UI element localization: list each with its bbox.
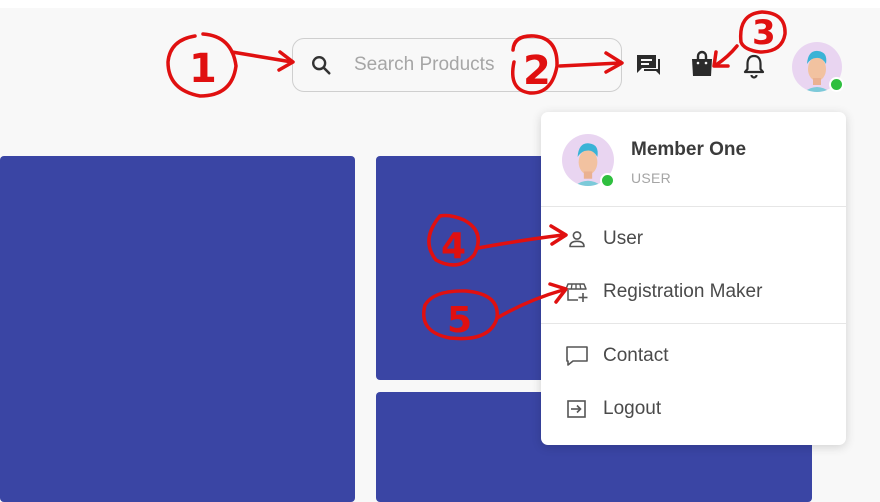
annotation-arrow-3 bbox=[714, 44, 739, 67]
menu-item-contact[interactable]: Contact bbox=[541, 332, 846, 380]
search-icon bbox=[312, 56, 331, 75]
menu-profile-header: Member One USER bbox=[541, 112, 846, 206]
annotation-circle-3 bbox=[738, 10, 787, 54]
top-band bbox=[0, 0, 880, 8]
search-box[interactable] bbox=[292, 38, 622, 92]
online-status-dot bbox=[600, 173, 615, 188]
logout-icon bbox=[565, 397, 589, 421]
menu-item-registration-maker[interactable]: Registration Maker bbox=[541, 268, 846, 316]
annotation-circle-1 bbox=[166, 32, 238, 98]
menu-divider bbox=[541, 323, 846, 324]
user-icon bbox=[565, 227, 589, 251]
menu-avatar bbox=[562, 134, 615, 188]
annotation-arrowhead-1 bbox=[277, 50, 295, 72]
header-avatar[interactable] bbox=[792, 42, 844, 92]
online-status-dot bbox=[829, 77, 844, 92]
menu-item-label: User bbox=[603, 228, 644, 249]
annotation-number-1: 1 bbox=[189, 46, 217, 92]
annotation-arrowhead-3 bbox=[712, 50, 730, 68]
bell-icon[interactable] bbox=[742, 53, 766, 79]
menu-item-label: Contact bbox=[603, 345, 669, 366]
annotation-number-3: 3 bbox=[752, 13, 776, 53]
content-tile-large[interactable] bbox=[0, 156, 355, 502]
shopping-bag-icon[interactable] bbox=[690, 50, 714, 78]
user-dropdown-menu: Member One USER User Registration Maker bbox=[541, 112, 846, 445]
store-add-icon bbox=[565, 280, 589, 304]
menu-item-label: Logout bbox=[603, 398, 662, 419]
menu-divider bbox=[541, 206, 846, 207]
menu-item-label: Registration Maker bbox=[603, 281, 763, 302]
annotation-arrow-1 bbox=[230, 50, 294, 64]
user-role: USER bbox=[631, 170, 672, 186]
user-name: Member One bbox=[631, 139, 747, 160]
menu-item-user[interactable]: User bbox=[541, 215, 846, 263]
search-input[interactable] bbox=[352, 44, 616, 86]
chat-icon[interactable] bbox=[635, 53, 661, 77]
message-square-icon bbox=[565, 344, 589, 368]
menu-item-logout[interactable]: Logout bbox=[541, 385, 846, 433]
